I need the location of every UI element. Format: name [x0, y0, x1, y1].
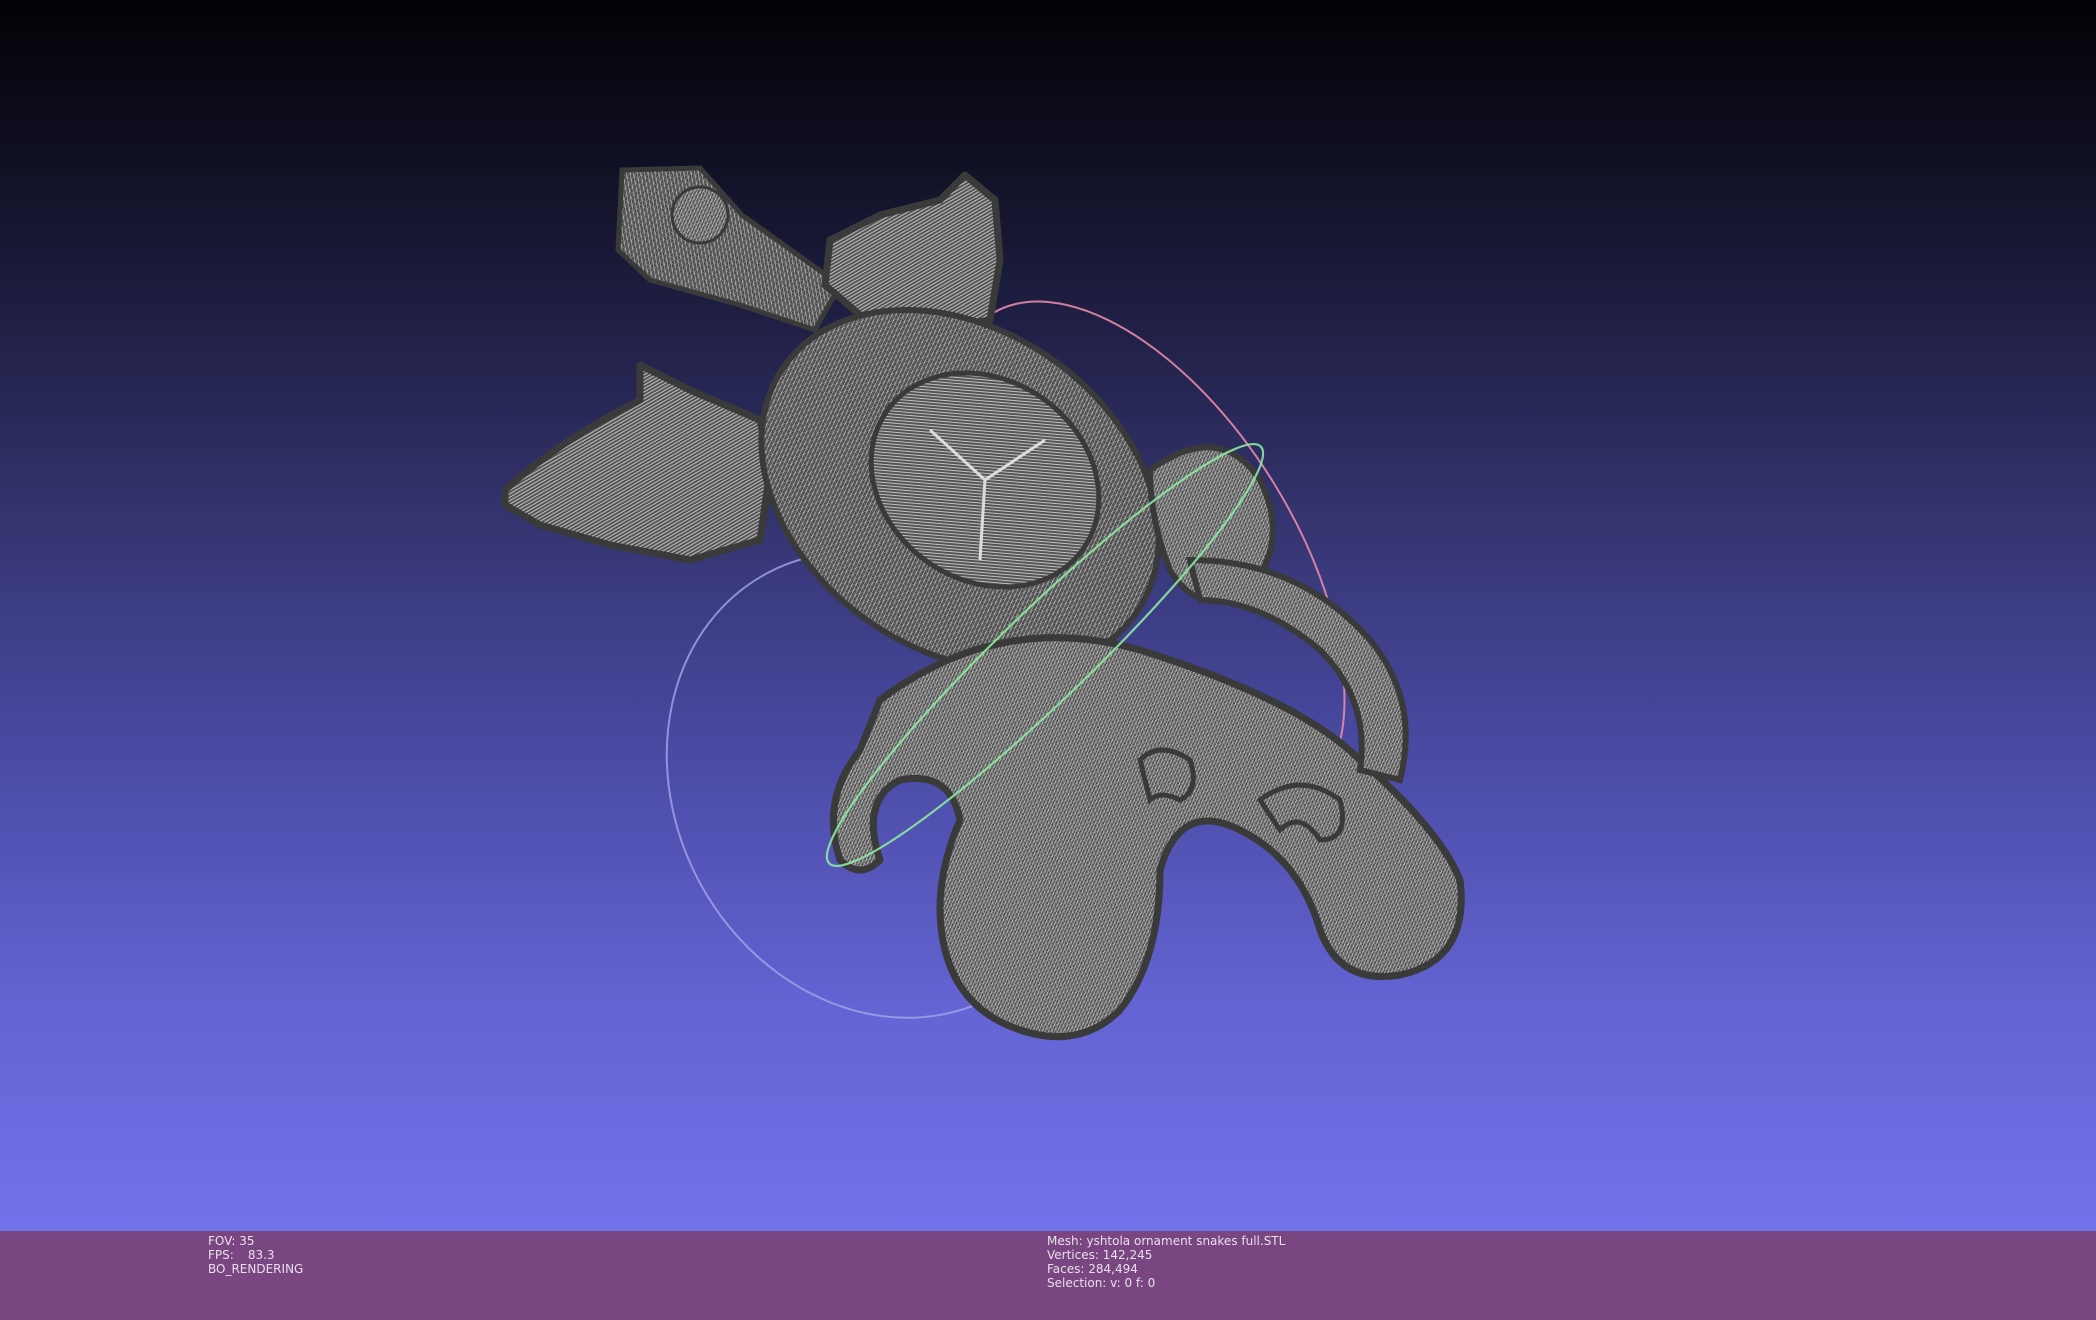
fov-readout: FOV: 35 [208, 1234, 303, 1248]
vertices-value: 142,245 [1102, 1248, 1153, 1262]
selection-readout: Selection: v: 0 f: 0 [1047, 1276, 1285, 1290]
mesh-name: yshtola ornament snakes full.STL [1086, 1234, 1286, 1248]
mesh-render [501, 165, 1465, 1041]
faces-value: 284,494 [1088, 1262, 1138, 1276]
mesh-top-wing [821, 171, 1004, 334]
3d-viewport[interactable] [0, 0, 2096, 1231]
mesh-info: Mesh: yshtola ornament snakes full.STL V… [1047, 1234, 1285, 1290]
render-info: FOV: 35 FPS: 83.3 BO_RENDERING [208, 1234, 303, 1276]
selection-label: Selection: [1047, 1276, 1107, 1290]
fov-label: FOV: [208, 1234, 236, 1248]
status-bar: FOV: 35 FPS: 83.3 BO_RENDERING Mesh: ysht… [0, 1231, 2096, 1320]
mesh-label: Mesh: [1047, 1234, 1083, 1248]
faces-readout: Faces: 284,494 [1047, 1262, 1285, 1276]
selection-value: v: 0 f: 0 [1110, 1276, 1156, 1290]
mesh-left-wing [501, 361, 774, 564]
fov-value: 35 [239, 1234, 255, 1248]
mesh-name-readout: Mesh: yshtola ornament snakes full.STL [1047, 1234, 1285, 1248]
vertices-readout: Vertices: 142,245 [1047, 1248, 1285, 1262]
fps-readout: FPS: 83.3 [208, 1248, 303, 1262]
fps-label: FPS: [208, 1248, 234, 1262]
mesh-top-block [615, 165, 844, 334]
vertices-label: Vertices: [1047, 1248, 1099, 1262]
render-mode: BO_RENDERING [208, 1262, 304, 1276]
faces-label: Faces: [1047, 1262, 1085, 1276]
fps-value: 83.3 [247, 1248, 275, 1262]
